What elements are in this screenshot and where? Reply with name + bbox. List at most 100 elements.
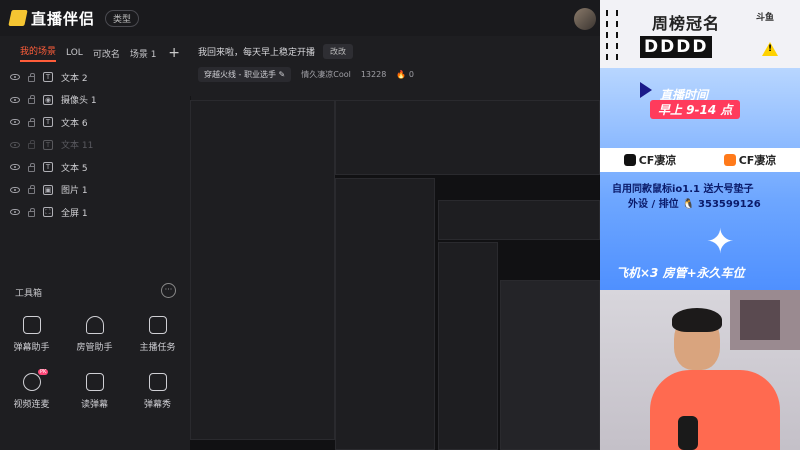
kuaishou-account: CF凄凉 <box>723 152 776 168</box>
background-item <box>740 300 780 340</box>
tool-danmu-show[interactable]: 弹幕秀 <box>126 373 189 410</box>
tool-label: 读弹幕 <box>80 400 108 410</box>
stream-title: 我回来啦，每天早上稳定开播 <box>198 48 316 58</box>
heat-value: 0 <box>408 70 414 79</box>
eye-icon[interactable] <box>10 96 20 103</box>
eye-icon[interactable] <box>10 186 20 193</box>
preview-recursive-frame <box>335 100 600 175</box>
heat-indicator: 🔥 0 <box>396 70 414 79</box>
text-source-icon: T <box>43 139 53 150</box>
pencil-icon: ✎ <box>278 70 286 79</box>
tool-video-link[interactable]: PK 视频连麦 <box>0 369 63 410</box>
room-id: 13228 <box>360 70 387 79</box>
tab-renamable[interactable]: 可改名 <box>93 47 120 60</box>
warning-icon: ! <box>762 42 778 56</box>
source-item[interactable]: ◉ 摄像头 1 <box>0 89 190 112</box>
stream-preview[interactable] <box>190 100 600 450</box>
source-item[interactable]: T 文本 11 <box>0 134 190 157</box>
preview-recursive-frame <box>500 280 600 450</box>
edit-title-button[interactable]: 改改 <box>323 44 354 59</box>
chat-icon <box>22 316 41 334</box>
perks-text: 飞机×3 房管+永久车位 <box>616 266 745 280</box>
weekly-title: 周榜冠名 <box>652 14 721 33</box>
douyin-account: CF凄凉 <box>623 152 676 168</box>
source-item[interactable]: ⛶ 全屏 1 <box>0 201 190 224</box>
add-scene-button[interactable]: + <box>168 45 180 61</box>
source-item[interactable]: ▣ 图片 1 <box>0 179 190 202</box>
toolbox-grid: 弹幕助手 房管助手 主播任务 PK 视频连麦 读弹幕 弹幕秀 <box>0 316 190 410</box>
source-item[interactable]: T 文本 5 <box>0 156 190 179</box>
play-icon <box>640 82 652 98</box>
tool-label: 弹幕秀 <box>143 400 171 410</box>
tab-lol[interactable]: LOL <box>66 48 83 58</box>
streaming-app: 直播伴侣 类型 我的场景 LOL 可改名 场景 1 + T 文本 2 ◉ 摄像头… <box>0 0 600 450</box>
douyu-logo: 斗鱼 <box>756 13 775 23</box>
eye-icon[interactable] <box>10 209 20 216</box>
lock-icon[interactable] <box>28 95 35 105</box>
tool-label: 视频连麦 <box>13 400 50 410</box>
image-source-icon: ▣ <box>43 184 53 195</box>
social-strip: CF凄凉 CF凄凉 <box>600 148 800 172</box>
webcam-feed <box>600 290 800 450</box>
tool-label: 主播任务 <box>139 343 176 353</box>
lock-icon[interactable] <box>28 207 35 217</box>
eye-icon[interactable] <box>10 164 20 171</box>
tab-my-scene[interactable]: 我的场景 <box>20 44 57 62</box>
eye-hidden-icon[interactable] <box>10 141 20 148</box>
film-strip-decoration <box>606 10 618 60</box>
source-label: 摄像头 1 <box>61 96 97 107</box>
tool-room-admin[interactable]: 房管助手 <box>63 316 126 353</box>
logo-icon <box>8 10 28 26</box>
text-source-icon: T <box>43 117 53 128</box>
tab-scene-1[interactable]: 场景 1 <box>130 47 157 60</box>
preview-recursive-frame <box>438 200 600 240</box>
lock-icon[interactable] <box>28 162 35 172</box>
lock-icon[interactable] <box>28 72 35 82</box>
camera-source-icon: ◉ <box>43 94 53 105</box>
tool-danmu-helper[interactable]: 弹幕助手 <box>0 316 63 353</box>
source-label: 文本 6 <box>61 118 88 129</box>
fullscreen-source-icon: ⛶ <box>43 207 53 218</box>
tool-label: 房管助手 <box>76 343 113 353</box>
toolbox-more-button[interactable]: ··· <box>161 283 176 298</box>
eye-icon[interactable] <box>10 74 20 81</box>
lock-icon[interactable] <box>28 117 35 127</box>
top-bar: 直播伴侣 类型 <box>0 0 600 36</box>
weekly-sponsor-card: 周榜冠名 斗鱼 DDDD ! <box>600 0 800 68</box>
weekly-sponsor-name: DDDD <box>640 36 713 58</box>
preview-recursive-frame <box>438 242 498 450</box>
tool-read-danmu[interactable]: 读弹幕 <box>63 373 126 410</box>
speech-icon <box>85 373 104 391</box>
source-label: 文本 11 <box>61 141 94 152</box>
category-button[interactable]: 穿越火线 - 职业选手 ✎ <box>198 67 292 82</box>
flame-icon: 🔥 <box>396 70 407 79</box>
logo-text: 直播伴侣 <box>31 9 96 28</box>
user-icon <box>85 316 104 334</box>
text-source-icon: T <box>43 162 53 173</box>
text-source-icon: T <box>43 72 53 83</box>
microphone <box>678 416 698 450</box>
toolbox-title: 工具箱 <box>15 289 43 299</box>
qq-line: 外设 / 排位 🐧 353599126 <box>628 199 761 210</box>
source-list: T 文本 2 ◉ 摄像头 1 T 文本 6 T 文本 11 T 文本 5 ▣ 图… <box>0 66 190 224</box>
source-label: 图片 1 <box>61 186 88 197</box>
lock-icon[interactable] <box>28 140 35 150</box>
sparkle-icon: ✦ <box>706 222 735 262</box>
tool-streamer-tasks[interactable]: 主播任务 <box>126 316 189 353</box>
lock-icon[interactable] <box>28 185 35 195</box>
info-panel: 直播时间 早上 9-14 点 CF凄凉 CF凄凉 自用同款鼠标io1.1 送大号… <box>600 68 800 290</box>
preview-recursive-frame <box>190 100 335 440</box>
streamer-nickname: 情久凄凉Cool <box>301 70 351 79</box>
scene-tabs: 我的场景 LOL 可改名 场景 1 + <box>0 36 190 62</box>
streamer-hair <box>672 308 722 332</box>
avatar[interactable] <box>574 8 596 30</box>
app-logo: 直播伴侣 <box>8 8 96 29</box>
stream-info-bar: 我回来啦，每天早上稳定开播 改改 穿越火线 - 职业选手 ✎ 情久凄凉Cool … <box>190 36 600 96</box>
type-dropdown[interactable]: 类型 <box>105 9 140 27</box>
source-item[interactable]: T 文本 2 <box>0 66 190 89</box>
eye-icon[interactable] <box>10 119 20 126</box>
left-panel: 我的场景 LOL 可改名 场景 1 + T 文本 2 ◉ 摄像头 1 T 文本 … <box>0 36 190 450</box>
task-icon <box>148 316 167 334</box>
streamer-body <box>650 370 780 450</box>
source-item[interactable]: T 文本 6 <box>0 111 190 134</box>
